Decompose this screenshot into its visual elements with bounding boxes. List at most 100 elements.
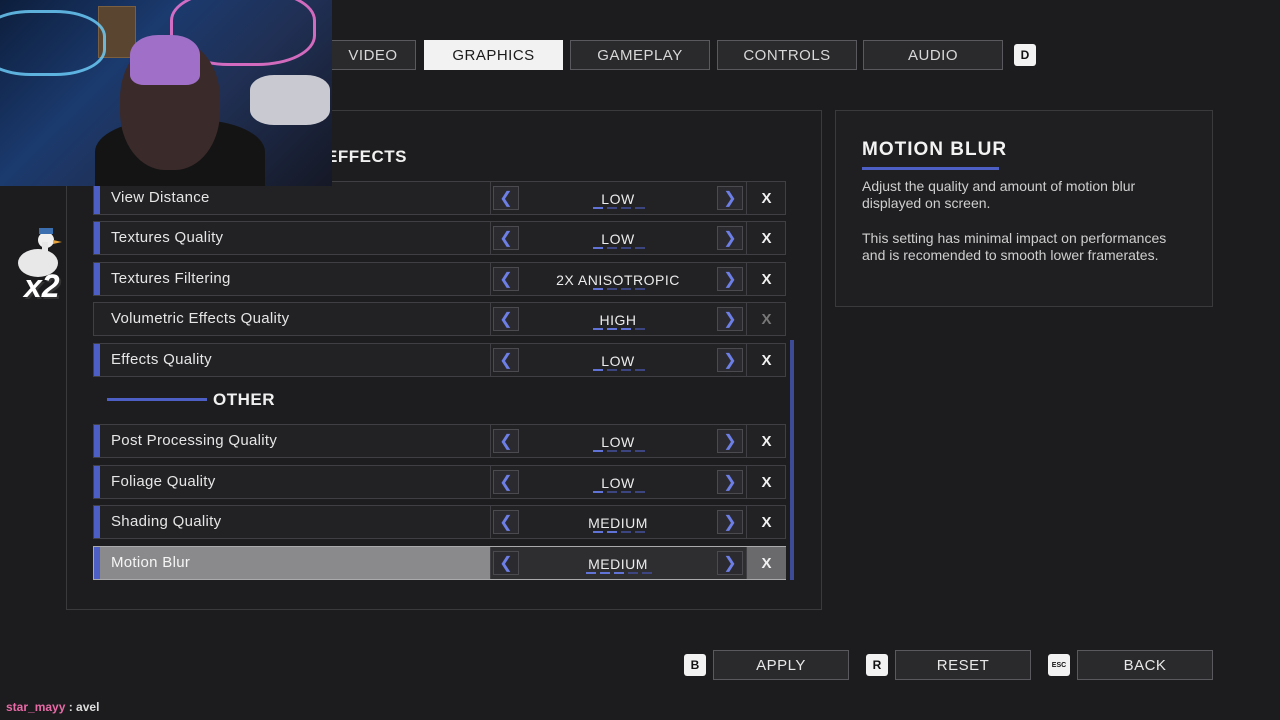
level-indicator — [491, 207, 747, 210]
scrollbar[interactable] — [790, 340, 794, 580]
setting-label: View Distance — [111, 189, 210, 206]
row-accent — [94, 222, 100, 254]
setting-value-box: ❮ LOW ❯ — [490, 222, 747, 254]
reset-setting-button[interactable]: X — [746, 547, 786, 579]
setting-value-box: ❮ MEDIUM ❯ — [490, 506, 747, 538]
level-dot — [607, 491, 617, 493]
multiplier-badge: x2 — [24, 268, 60, 304]
tab-graphics[interactable]: GRAPHICS — [424, 40, 563, 70]
level-indicator — [491, 572, 747, 575]
setting-row[interactable]: Effects Quality ❮ LOW ❯ X — [93, 343, 786, 377]
level-dot — [593, 288, 603, 290]
level-dot — [593, 531, 603, 533]
info-note: This setting has minimal impact on perfo… — [862, 230, 1167, 263]
level-indicator — [491, 288, 747, 291]
chat-username: star_mayy — [6, 700, 66, 714]
reset-setting-button[interactable]: X — [746, 466, 786, 498]
reset-setting-button[interactable]: X — [746, 222, 786, 254]
level-dot — [621, 450, 631, 452]
reset-key: R — [866, 654, 888, 676]
level-dot — [635, 247, 645, 249]
level-dot — [614, 572, 624, 574]
info-panel: MOTION BLUR Adjust the quality and amoun… — [835, 110, 1213, 307]
setting-value-box: ❮ HIGH ❯ — [490, 303, 747, 335]
level-indicator — [491, 369, 747, 372]
setting-label: Textures Filtering — [111, 270, 231, 287]
back-key: ESC — [1048, 654, 1070, 676]
reset-setting-button[interactable]: X — [746, 263, 786, 295]
level-dot — [586, 572, 596, 574]
reset-setting-button[interactable]: X — [746, 506, 786, 538]
chevron-right-icon[interactable]: ❯ — [717, 551, 743, 575]
setting-row[interactable]: Volumetric Effects Quality ❮ HIGH ❯ X — [93, 302, 786, 336]
level-dot — [593, 207, 603, 209]
level-dot — [635, 207, 645, 209]
level-dot — [607, 288, 617, 290]
chevron-right-icon[interactable]: ❯ — [717, 470, 743, 494]
tab-gameplay[interactable]: GAMEPLAY — [570, 40, 710, 70]
level-dot — [635, 369, 645, 371]
reset-label: RESET — [936, 656, 990, 674]
tab-video-label: VIDEO — [348, 46, 398, 64]
level-dot — [607, 531, 617, 533]
back-label: BACK — [1123, 656, 1167, 674]
pillow — [250, 75, 330, 125]
apply-label: APPLY — [756, 656, 806, 674]
level-dot — [621, 531, 631, 533]
tab-audio[interactable]: AUDIO — [863, 40, 1003, 70]
setting-row[interactable]: Textures Filtering ❮ 2X ANISOTROPIC ❯ X — [93, 262, 786, 296]
level-dot — [600, 572, 610, 574]
chevron-right-icon[interactable]: ❯ — [717, 226, 743, 250]
level-dot — [593, 491, 603, 493]
chat-text: : avel — [65, 700, 100, 714]
level-dot — [621, 288, 631, 290]
level-indicator — [491, 531, 747, 534]
tab-controls[interactable]: CONTROLS — [717, 40, 857, 70]
chevron-right-icon[interactable]: ❯ — [717, 186, 743, 210]
setting-label: Post Processing Quality — [111, 432, 278, 449]
next-tab-key[interactable]: D — [1014, 44, 1036, 66]
setting-row[interactable]: View Distance ❮ LOW ❯ X — [93, 181, 786, 215]
level-dot — [635, 531, 645, 533]
chevron-right-icon[interactable]: ❯ — [717, 429, 743, 453]
level-indicator — [491, 491, 747, 494]
level-dot — [621, 491, 631, 493]
level-dot — [628, 572, 638, 574]
row-accent — [94, 425, 100, 457]
setting-row[interactable]: Shading Quality ❮ MEDIUM ❯ X — [93, 505, 786, 539]
level-dot — [593, 450, 603, 452]
reset-setting-button[interactable]: X — [746, 344, 786, 376]
row-accent — [94, 263, 100, 295]
apply-button[interactable]: APPLY — [713, 650, 849, 680]
level-dot — [635, 328, 645, 330]
chat-message: star_mayy : avel — [6, 700, 99, 714]
level-dot — [593, 247, 603, 249]
setting-row[interactable]: Motion Blur ❮ MEDIUM ❯ X — [93, 546, 786, 580]
level-dot — [635, 450, 645, 452]
info-description: Adjust the quality and amount of motion … — [862, 178, 1136, 211]
reset-setting-button[interactable]: X — [746, 303, 786, 335]
section-divider-line — [107, 398, 207, 401]
chevron-right-icon[interactable]: ❯ — [717, 267, 743, 291]
reset-setting-button[interactable]: X — [746, 182, 786, 214]
setting-value-box: ❮ LOW ❯ — [490, 182, 747, 214]
setting-row[interactable]: Post Processing Quality ❮ LOW ❯ X — [93, 424, 786, 458]
neon-light — [0, 10, 106, 76]
tab-controls-label: CONTROLS — [743, 46, 831, 64]
chevron-right-icon[interactable]: ❯ — [717, 307, 743, 331]
setting-row[interactable]: Foliage Quality ❮ LOW ❯ X — [93, 465, 786, 499]
level-dot — [607, 328, 617, 330]
setting-value-box: ❮ LOW ❯ — [490, 466, 747, 498]
info-title-underline — [862, 167, 999, 170]
back-button[interactable]: BACK — [1077, 650, 1213, 680]
reset-setting-button[interactable]: X — [746, 425, 786, 457]
reset-button[interactable]: RESET — [895, 650, 1031, 680]
chevron-right-icon[interactable]: ❯ — [717, 348, 743, 372]
level-indicator — [491, 328, 747, 331]
row-accent — [94, 344, 100, 376]
setting-label: Motion Blur — [111, 554, 191, 571]
setting-label: Volumetric Effects Quality — [111, 310, 290, 327]
setting-label: Foliage Quality — [111, 473, 216, 490]
setting-row[interactable]: Textures Quality ❮ LOW ❯ X — [93, 221, 786, 255]
chevron-right-icon[interactable]: ❯ — [717, 510, 743, 534]
